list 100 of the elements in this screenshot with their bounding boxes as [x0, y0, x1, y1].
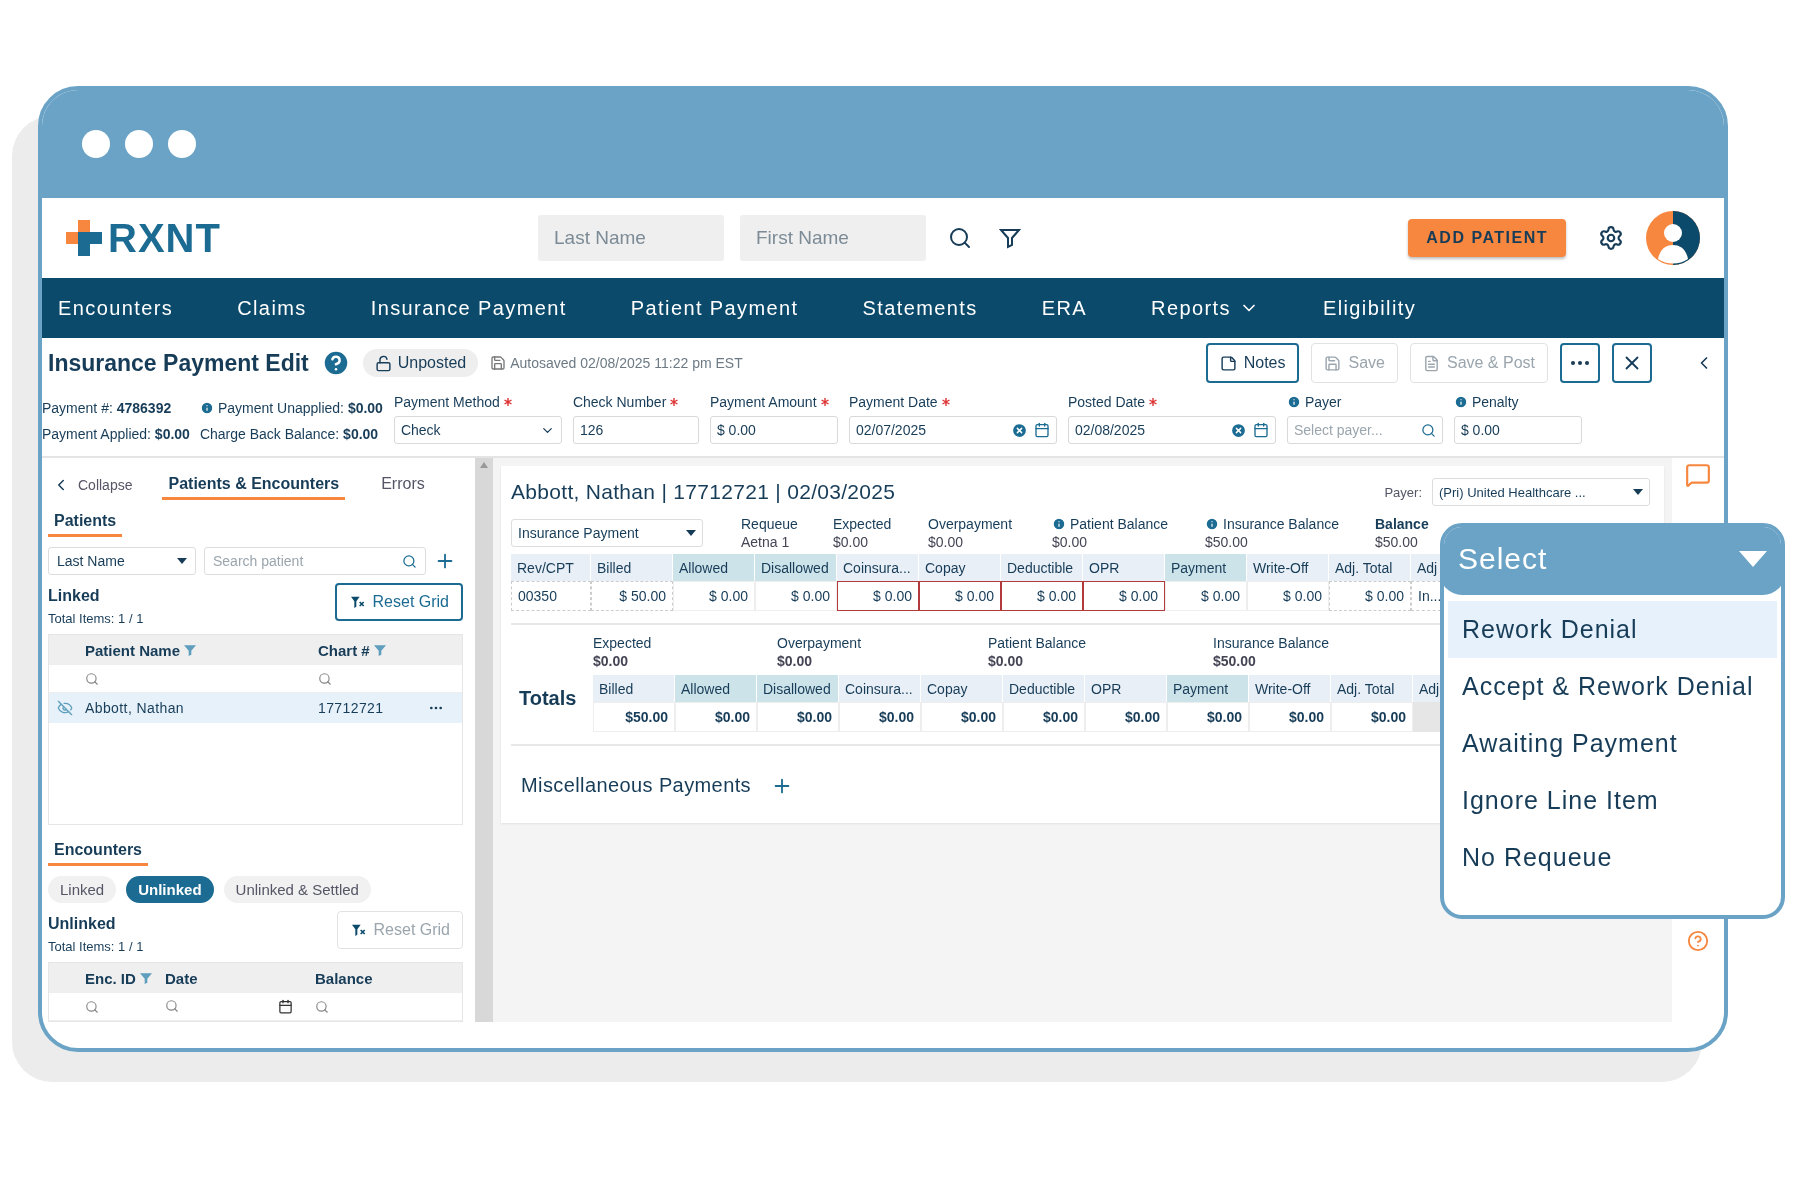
stat-label: Patient Balance [988, 635, 1087, 651]
calendar-icon[interactable] [278, 999, 293, 1014]
field-label: Penalty [1471, 394, 1519, 410]
segment-tab[interactable]: Unlinked [126, 876, 214, 903]
window-dot[interactable] [82, 130, 110, 158]
nav-item[interactable]: Statements [862, 296, 978, 320]
calendar-icon[interactable] [1033, 422, 1050, 438]
add-patient-button[interactable]: ADD PATIENT [1408, 219, 1566, 257]
logo-text: RXNT [108, 215, 221, 261]
search-icon[interactable] [1420, 422, 1436, 438]
column-header[interactable]: Balance [315, 969, 462, 987]
caret-icon[interactable] [177, 558, 187, 564]
collapse-link[interactable]: Collapse [48, 476, 133, 494]
save-icon [1324, 354, 1342, 372]
window-dot[interactable] [125, 130, 153, 158]
window-dot[interactable] [168, 130, 196, 158]
table-cell: $0.00 [1331, 702, 1413, 732]
lock-icon [374, 354, 392, 372]
stat-label: Insurance Balance [1213, 635, 1329, 651]
info-icon[interactable] [1205, 517, 1219, 531]
table-cell[interactable]: 00350 [511, 581, 591, 611]
column-header: Copay [921, 675, 1003, 702]
table-cell[interactable]: $ 0.00 [1083, 581, 1165, 611]
field-label: Payment Date [848, 394, 938, 410]
column-header: Rev/CPT [511, 554, 591, 581]
info-icon[interactable] [199, 401, 214, 415]
column-header: Write-Off [1249, 675, 1331, 702]
stat-label: Balance [1375, 516, 1429, 532]
input-field[interactable]: Check [393, 416, 562, 444]
column-header[interactable]: Patient Name [85, 641, 318, 659]
section-heading: Encounters [48, 837, 148, 866]
table-cell[interactable]: $ 0.00 [755, 581, 837, 611]
payment-summary: Payment #: 4786392 [42, 400, 172, 416]
more-button[interactable] [1560, 343, 1600, 383]
input-field[interactable]: $ 0.00 [1453, 416, 1582, 444]
clear-icon[interactable] [1010, 421, 1028, 439]
stat-label: Requeue [741, 516, 798, 532]
nav-item[interactable]: Eligibility [1322, 296, 1417, 320]
caret-icon[interactable] [1633, 489, 1643, 495]
notes-button[interactable]: Notes [1205, 343, 1300, 383]
column-header: Disallowed [755, 554, 837, 581]
segment-tab[interactable]: Linked [48, 876, 117, 903]
table-cell: $0.00 [757, 702, 839, 732]
table-cell[interactable]: $ 0.00 [1165, 581, 1247, 611]
column-header: Billed [593, 675, 675, 702]
input-field[interactable]: $ 0.00 [709, 416, 838, 444]
caret-icon[interactable] [686, 530, 696, 536]
table-cell[interactable]: $ 50.00 [591, 581, 673, 611]
stat-label: Patient Balance [1070, 516, 1169, 532]
calendar-icon[interactable] [1252, 422, 1269, 438]
input-field[interactable]: 02/08/2025 [1067, 416, 1276, 444]
search-icon[interactable] [402, 553, 417, 569]
nav-item[interactable]: Encounters [58, 296, 174, 320]
search-field[interactable]: Last Name [538, 215, 724, 261]
info-icon[interactable] [1453, 395, 1468, 409]
payment-type-select[interactable]: Insurance Payment [511, 519, 703, 547]
table-cell[interactable]: $ 0.00 [1247, 581, 1329, 611]
patient-row[interactable]: Abbott, Nathan 17712721 [49, 693, 462, 723]
info-icon[interactable] [1052, 517, 1066, 531]
input-field[interactable]: 02/07/2025 [848, 416, 1057, 444]
page-title: Insurance Payment Edit [48, 349, 309, 377]
table-cell[interactable]: $ 0.00 [673, 581, 755, 611]
column-header: Copay [919, 554, 1001, 581]
unlink-icon[interactable] [57, 700, 73, 716]
column-header: Adj [1411, 554, 1441, 581]
table-cell: $0.00 [1085, 702, 1167, 732]
column-header: Disallowed [757, 675, 839, 702]
table-cell[interactable]: $ 0.00 [919, 581, 1001, 611]
info-icon[interactable] [1286, 395, 1301, 409]
stat-value: $0.00 [777, 653, 814, 669]
avatar-icon[interactable] [1646, 211, 1700, 265]
stat-value: $0.00 [1052, 534, 1089, 550]
dropdown-option[interactable]: Rework Denial [1448, 601, 1777, 658]
panel-tab[interactable]: Patients & Encounters [162, 470, 346, 500]
stat-value: Aetna 1 [741, 534, 791, 550]
column-header[interactable]: Date [165, 969, 315, 987]
table-cell[interactable]: $ 0.00 [837, 581, 919, 611]
column-header[interactable]: Chart # [318, 641, 428, 659]
column-header: Adj. Total [1329, 554, 1411, 581]
close-button[interactable] [1612, 343, 1652, 383]
table-cell[interactable]: $ 0.00 [1329, 581, 1411, 611]
stat-label: Expected [833, 516, 892, 532]
nav-item[interactable]: Insurance Payment [370, 296, 567, 320]
column-header[interactable]: Enc. ID [85, 969, 165, 987]
table-cell[interactable]: $ 0.00 [1001, 581, 1083, 611]
segment-tab[interactable]: Unlinked & Settled [223, 876, 371, 903]
panel-tab[interactable]: Errors [375, 470, 431, 500]
nav-item[interactable]: Patient Payment [630, 296, 799, 320]
nav-item[interactable]: ERA [1041, 296, 1088, 320]
filter-select[interactable]: Last Name [48, 547, 196, 575]
clear-icon[interactable] [1229, 421, 1247, 439]
payment-summary: Charge Back Balance: $0.00 [199, 426, 379, 442]
stat-value: $50.00 [1213, 653, 1257, 669]
table-cell: $0.00 [921, 702, 1003, 732]
nav-item[interactable]: Claims [237, 296, 307, 320]
search-field[interactable]: First Name [740, 215, 926, 261]
nav-item[interactable]: Reports [1151, 296, 1259, 320]
reset-grid-button[interactable]: Reset Grid [334, 583, 463, 621]
input-field[interactable]: 126 [572, 416, 699, 444]
payer-select[interactable]: (Pri) United Healthcare ... [1432, 478, 1650, 506]
